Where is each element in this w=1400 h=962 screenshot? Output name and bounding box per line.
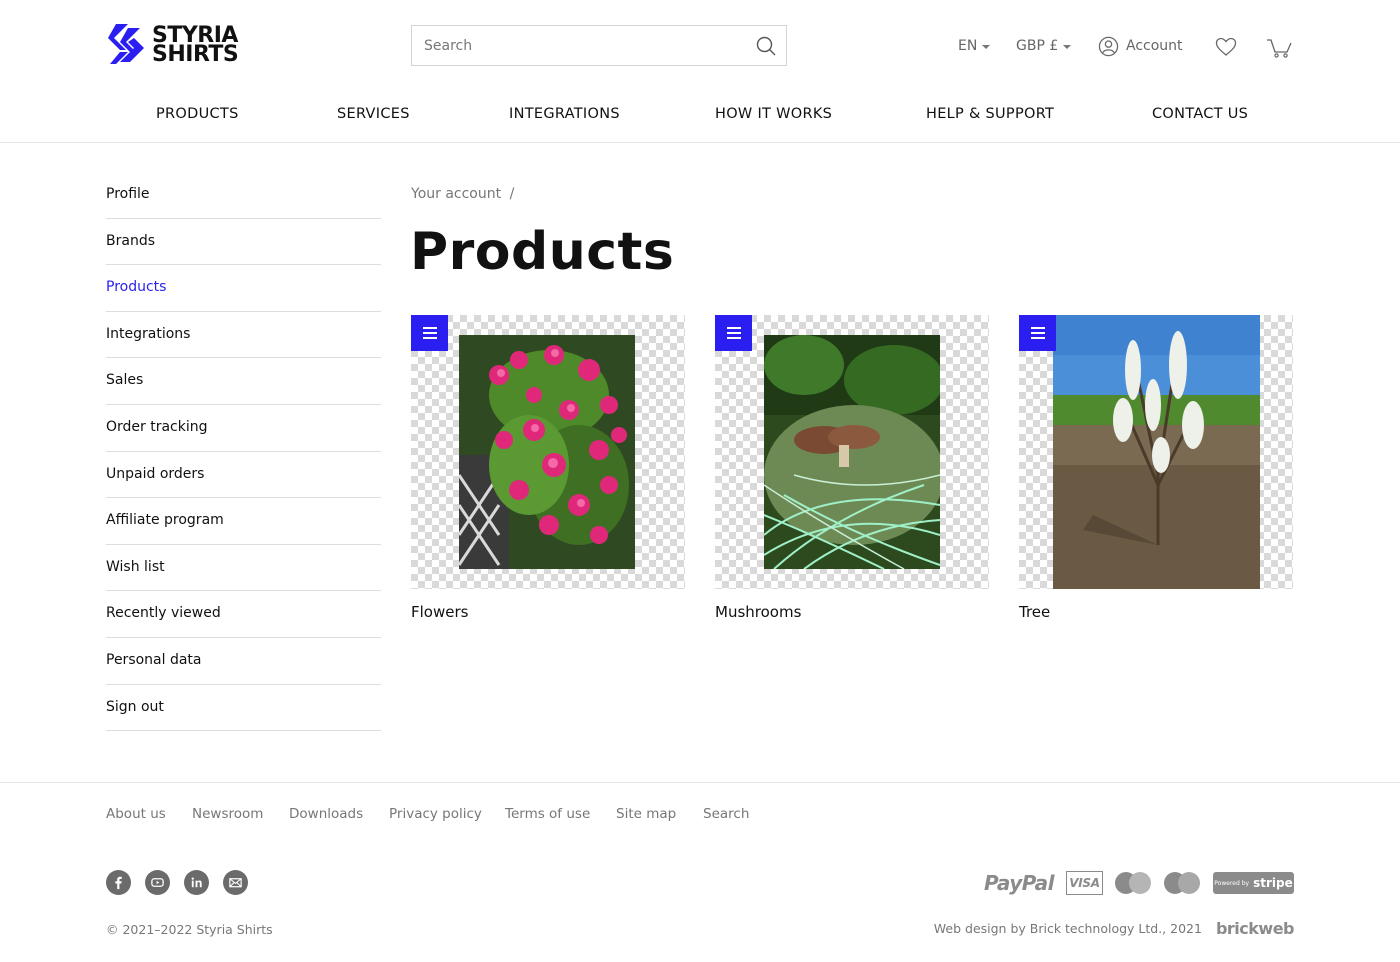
product-image[interactable] <box>715 315 989 589</box>
language-value: EN <box>958 38 978 54</box>
product-name[interactable]: Mushrooms <box>715 603 989 621</box>
copyright: © 2021–2022 Styria Shirts <box>106 922 273 937</box>
breadcrumb: Your account / <box>411 186 514 202</box>
brand-line-2: SHIRTS <box>152 42 239 67</box>
sidebar-item-personal-data[interactable]: Personal data <box>106 638 381 685</box>
design-credit: Web design by Brick technology Ltd., 202… <box>933 919 1295 938</box>
facebook-icon[interactable] <box>106 870 131 895</box>
footer-link-site-map[interactable]: Site map <box>616 806 676 822</box>
currency-value: GBP £ <box>1016 38 1059 54</box>
search-input[interactable] <box>412 26 732 65</box>
sidebar-item-sales[interactable]: Sales <box>106 358 381 405</box>
search-box <box>411 25 787 66</box>
footer-link-newsroom[interactable]: Newsroom <box>192 806 263 822</box>
sidebar-item-unpaid-orders[interactable]: Unpaid orders <box>106 452 381 499</box>
nav-contact-us[interactable]: CONTACT US <box>1152 106 1248 122</box>
menu-icon <box>726 327 741 339</box>
footer-link-privacy-policy[interactable]: Privacy policy <box>389 806 482 822</box>
mastercard-logo <box>1115 871 1152 895</box>
account-label: Account <box>1126 38 1183 54</box>
brand-logo[interactable]: STYRIA SHIRTS <box>106 24 239 67</box>
sidebar-item-integrations[interactable]: Integrations <box>106 312 381 359</box>
footer-link-about-us[interactable]: About us <box>106 806 166 822</box>
breadcrumb-separator: / <box>509 186 515 202</box>
sidebar-item-brands[interactable]: Brands <box>106 219 381 266</box>
account-link[interactable]: Account <box>1098 33 1183 59</box>
nav-how-it-works[interactable]: HOW IT WORKS <box>715 106 832 122</box>
nav-products[interactable]: PRODUCTS <box>156 106 239 122</box>
cart-button[interactable] <box>1266 35 1292 61</box>
product-menu-button[interactable] <box>715 315 752 351</box>
nav-integrations[interactable]: INTEGRATIONS <box>509 106 620 122</box>
payment-methods: PayPal VISA Powered by stripe <box>972 871 1294 895</box>
social-links <box>106 870 262 895</box>
wishlist-button[interactable] <box>1215 34 1237 60</box>
heart-icon <box>1215 37 1237 56</box>
language-select[interactable]: EN <box>958 33 991 59</box>
menu-icon <box>422 327 437 339</box>
footer-link-downloads[interactable]: Downloads <box>289 806 363 822</box>
nav-services[interactable]: SERVICES <box>337 106 410 122</box>
nav-help-support[interactable]: HELP & SUPPORT <box>926 106 1054 122</box>
youtube-icon[interactable] <box>145 870 170 895</box>
paypal-logo: PayPal <box>983 871 1055 895</box>
product-image[interactable] <box>411 315 685 589</box>
product-name[interactable]: Flowers <box>411 603 685 621</box>
currency-select[interactable]: GBP £ <box>1016 33 1072 59</box>
product-image[interactable] <box>1019 315 1293 589</box>
caret-down-icon <box>982 45 991 49</box>
flowers-photo <box>459 335 635 569</box>
page-title: Products <box>410 222 675 282</box>
brickweb-logo[interactable]: brickweb <box>1216 919 1295 938</box>
cart-icon <box>1267 39 1292 58</box>
sidebar-item-products[interactable]: Products <box>106 265 381 312</box>
logo-icon <box>108 24 144 64</box>
sidebar-item-order-tracking[interactable]: Order tracking <box>106 405 381 452</box>
linkedin-icon[interactable] <box>184 870 209 895</box>
site-header: STYRIA SHIRTS EN GBP £ Account <box>0 0 1400 143</box>
tree-photo <box>1053 315 1260 589</box>
site-footer: About us Newsroom Downloads Privacy poli… <box>0 782 1400 962</box>
stripe-prefix: Powered by <box>1214 879 1250 887</box>
product-menu-button[interactable] <box>411 315 448 351</box>
email-icon[interactable] <box>223 870 248 895</box>
brand-name: STYRIA SHIRTS <box>152 25 239 67</box>
visa-logo: VISA <box>1066 871 1103 895</box>
maestro-logo <box>1164 871 1201 895</box>
sidebar-item-wish-list[interactable]: Wish list <box>106 545 381 592</box>
sidebar-item-affiliate-program[interactable]: Affiliate program <box>106 498 381 545</box>
credit-text: Web design by Brick technology Ltd., 202… <box>933 921 1202 936</box>
search-icon[interactable] <box>756 36 776 56</box>
footer-link-terms-of-use[interactable]: Terms of use <box>505 806 590 822</box>
product-menu-button[interactable] <box>1019 315 1056 351</box>
breadcrumb-your-account[interactable]: Your account <box>411 186 501 202</box>
sidebar-item-profile[interactable]: Profile <box>106 172 381 219</box>
caret-down-icon <box>1063 45 1072 49</box>
user-icon <box>1098 36 1119 56</box>
sidebar-item-sign-out[interactable]: Sign out <box>106 685 381 732</box>
product-card[interactable]: Flowers <box>411 315 685 621</box>
footer-link-search[interactable]: Search <box>703 806 749 822</box>
main-nav: PRODUCTS SERVICES INTEGRATIONS HOW IT WO… <box>0 106 1400 128</box>
menu-icon <box>1030 327 1045 339</box>
visa-logo-text: VISA <box>1069 876 1100 890</box>
sidebar-item-recently-viewed[interactable]: Recently viewed <box>106 591 381 638</box>
stripe-label: stripe <box>1253 876 1293 890</box>
stripe-badge: Powered by stripe <box>1213 872 1294 894</box>
account-sidebar: Profile Brands Products Integrations Sal… <box>106 172 381 732</box>
product-name[interactable]: Tree <box>1019 603 1293 621</box>
mushrooms-photo <box>764 335 940 569</box>
product-card[interactable]: Mushrooms <box>715 315 989 621</box>
product-card[interactable]: Tree <box>1019 315 1293 621</box>
